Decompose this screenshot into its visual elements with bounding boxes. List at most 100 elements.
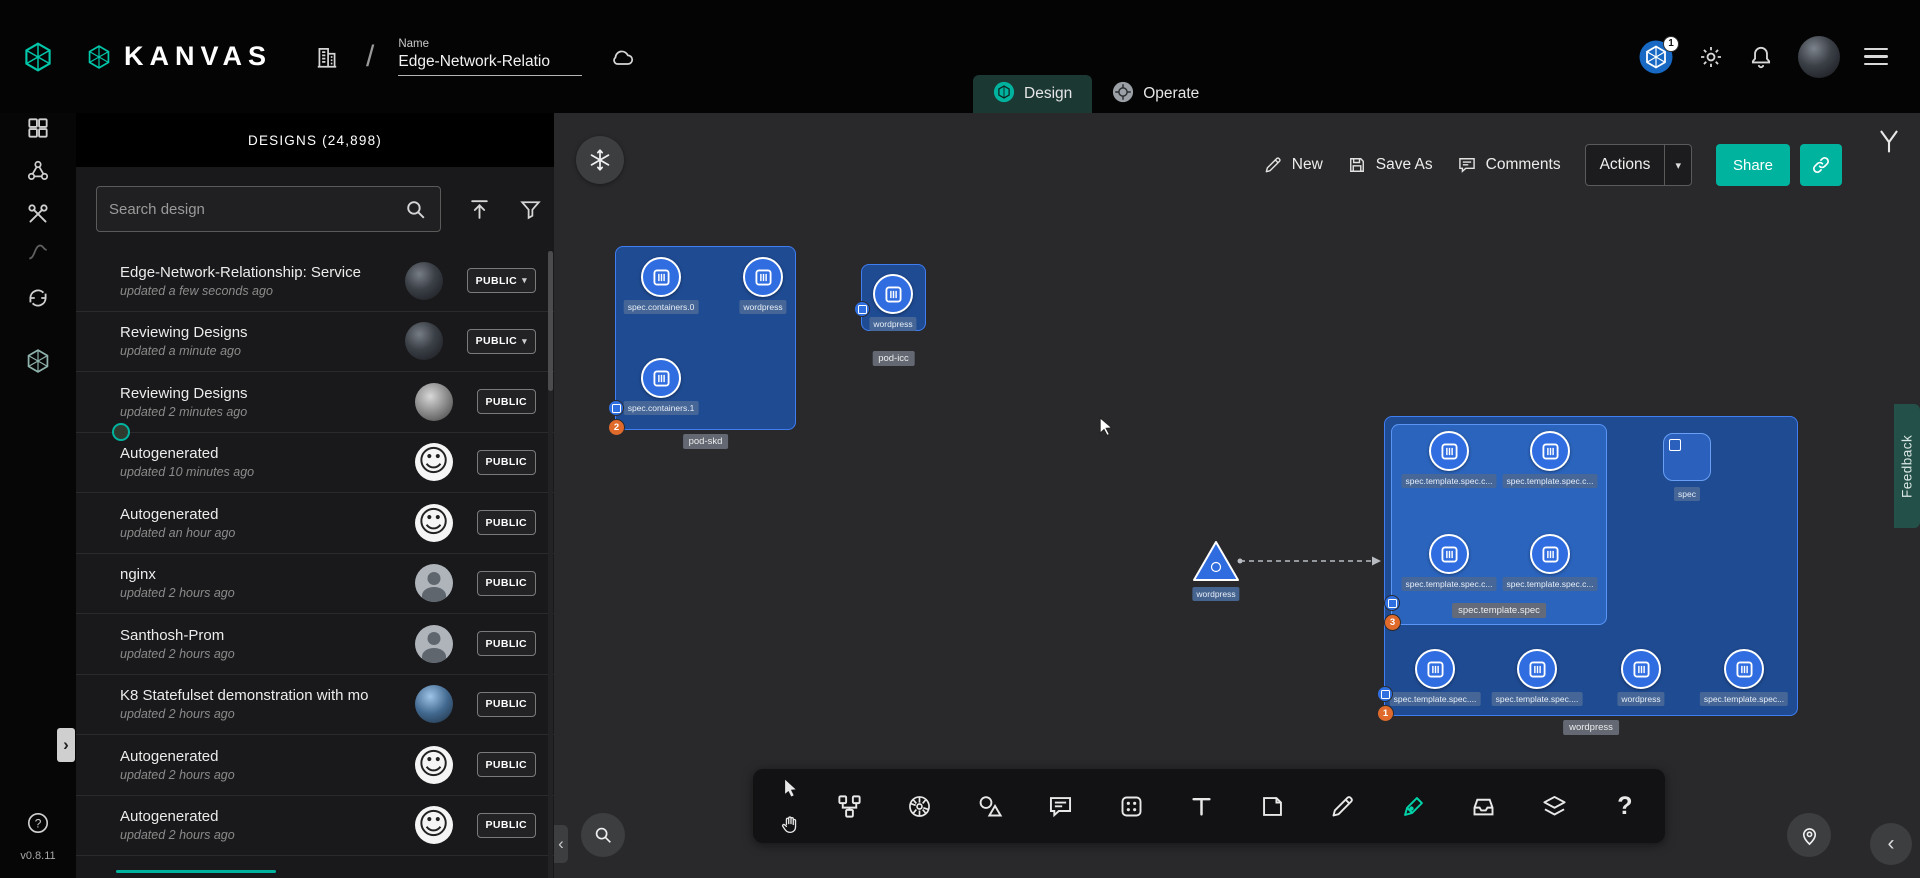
- design-name-input[interactable]: [398, 53, 582, 76]
- flows-icon[interactable]: [25, 239, 51, 265]
- organization-icon[interactable]: [314, 44, 340, 70]
- design-list-item[interactable]: Autogenerated updated an hour ago ☺ PUBL…: [76, 493, 554, 554]
- design-updated-time: updated a few seconds ago: [120, 284, 397, 298]
- new-design-button[interactable]: New: [1263, 155, 1323, 175]
- cloud-sync-icon[interactable]: [610, 44, 636, 70]
- design-search-input[interactable]: [109, 201, 403, 218]
- canvas-menu-button[interactable]: [576, 136, 624, 184]
- pod-node[interactable]: [641, 257, 681, 297]
- settings-gear-icon[interactable]: [1698, 44, 1724, 70]
- text-tool[interactable]: [1186, 790, 1218, 822]
- pod-node[interactable]: [1621, 649, 1661, 689]
- design-list-item[interactable]: Reviewing Designs updated 2 minutes ago …: [76, 372, 554, 433]
- design-canvas-area[interactable]: 2pod-skdpod-icc1wordpress3spec.template.…: [554, 113, 1920, 878]
- help-tool[interactable]: ?: [1609, 790, 1641, 822]
- pod-node[interactable]: [1429, 431, 1469, 471]
- copy-link-button[interactable]: [1800, 144, 1842, 186]
- pod-node[interactable]: [743, 257, 783, 297]
- tab-operate-label: Operate: [1143, 85, 1199, 103]
- zoom-button[interactable]: [581, 813, 625, 857]
- search-icon[interactable]: [403, 197, 428, 222]
- kanvas-mini-icon[interactable]: [25, 348, 51, 374]
- design-item-text: K8 Statefulset demonstration with mo upd…: [120, 687, 407, 721]
- save-as-button[interactable]: Save As: [1347, 155, 1433, 175]
- visibility-badge[interactable]: PUBLIC ▾: [477, 752, 536, 777]
- pan-tool[interactable]: [773, 808, 805, 840]
- shapes-tool[interactable]: [974, 790, 1006, 822]
- share-button[interactable]: Share: [1716, 144, 1790, 186]
- pod-node[interactable]: [1530, 534, 1570, 574]
- visibility-badge[interactable]: PUBLIC ▾: [477, 571, 536, 596]
- spec-node[interactable]: [1663, 433, 1711, 481]
- pencil-tool[interactable]: [1327, 790, 1359, 822]
- drawer-tool[interactable]: [1468, 790, 1500, 822]
- pen-tool[interactable]: [1397, 790, 1429, 822]
- pod-node[interactable]: [873, 274, 913, 314]
- cluster-nodes-icon[interactable]: [25, 158, 51, 184]
- menu-hamburger-icon[interactable]: [1864, 48, 1888, 66]
- visibility-badge[interactable]: PUBLIC ▾: [477, 450, 536, 475]
- kanvas-home-logo[interactable]: [0, 0, 76, 113]
- provider-icon[interactable]: 1: [1638, 39, 1674, 75]
- pod-node[interactable]: [1415, 649, 1455, 689]
- pod-node[interactable]: [1530, 431, 1570, 471]
- design-list-item[interactable]: Reviewing Designs updated a minute ago P…: [76, 312, 554, 373]
- expand-rail-button[interactable]: ›: [57, 728, 75, 762]
- visibility-badge[interactable]: PUBLIC ▾: [477, 813, 536, 838]
- note-tool[interactable]: [1256, 790, 1288, 822]
- tab-operate[interactable]: Operate: [1092, 75, 1219, 113]
- design-updated-time: updated 2 hours ago: [120, 828, 407, 842]
- visibility-badge[interactable]: PUBLIC ▾: [477, 631, 536, 656]
- scrollbar-thumb[interactable]: [548, 251, 553, 391]
- apps-tool[interactable]: [1115, 790, 1147, 822]
- design-list-item[interactable]: Autogenerated updated 2 hours ago ☺ PUBL…: [76, 796, 554, 857]
- design-list-item[interactable]: Edge-Network-Relationship: Service updat…: [76, 251, 554, 312]
- issue-count-badge: 2: [608, 419, 625, 436]
- layers-tool[interactable]: [1538, 790, 1570, 822]
- design-list-item[interactable]: Santhosh-Prom updated 2 hours ago PUBLIC…: [76, 614, 554, 675]
- group-node-spec-template-spec[interactable]: 3: [1391, 424, 1607, 625]
- pod-node[interactable]: [1517, 649, 1557, 689]
- app-version: v0.8.11: [20, 850, 55, 862]
- filter-designs-icon[interactable]: [518, 197, 543, 222]
- design-list-item[interactable]: Autogenerated updated 10 minutes ago ☺ P…: [76, 433, 554, 494]
- triangle-node-wordpress[interactable]: [1191, 539, 1241, 588]
- designs-scrollbar[interactable]: [548, 251, 553, 878]
- import-design-icon[interactable]: [467, 197, 492, 222]
- design-list-item[interactable]: nginx updated 2 hours ago PUBLIC ▾: [76, 554, 554, 615]
- comments-button[interactable]: Comments: [1457, 155, 1561, 175]
- select-tool[interactable]: [773, 772, 805, 804]
- feedback-tab[interactable]: Feedback: [1894, 404, 1920, 528]
- visibility-badge[interactable]: PUBLIC ▾: [467, 329, 536, 354]
- actions-dropdown-button[interactable]: Actions ▾: [1585, 144, 1692, 186]
- design-list-item[interactable]: Autogenerated updated 2 hours ago ☺ PUBL…: [76, 735, 554, 796]
- design-list-item[interactable]: K8 Statefulset demonstration with mo upd…: [76, 675, 554, 736]
- flow-tool[interactable]: [833, 790, 865, 822]
- pod-node[interactable]: [1429, 534, 1469, 574]
- kubernetes-tool[interactable]: [904, 790, 936, 822]
- new-label: New: [1292, 156, 1323, 174]
- locate-button[interactable]: [1787, 813, 1831, 857]
- pod-node[interactable]: [1724, 649, 1764, 689]
- merge-branch-icon[interactable]: [1875, 127, 1903, 160]
- visibility-badge[interactable]: PUBLIC ▾: [477, 389, 536, 414]
- caret-down-icon: ▾: [522, 275, 527, 286]
- collapse-panel-button[interactable]: ‹: [554, 825, 568, 863]
- design-updated-time: updated 2 hours ago: [120, 586, 407, 600]
- dashboard-icon[interactable]: [25, 115, 51, 141]
- visibility-badge[interactable]: PUBLIC ▾: [477, 692, 536, 717]
- design-owner-avatar: ☺: [415, 443, 453, 481]
- sync-icon[interactable]: [25, 285, 51, 311]
- notifications-bell-icon[interactable]: [1748, 44, 1774, 70]
- caret-down-icon[interactable]: ▾: [1665, 159, 1691, 172]
- tab-design[interactable]: Design: [973, 75, 1092, 113]
- help-icon[interactable]: ?: [25, 810, 51, 836]
- pod-node[interactable]: [641, 358, 681, 398]
- user-avatar[interactable]: [1798, 36, 1840, 78]
- design-item-text: Autogenerated updated 10 minutes ago: [120, 445, 407, 479]
- collapse-right-button[interactable]: ‹: [1870, 823, 1912, 865]
- toolbox-icon[interactable]: [25, 201, 51, 227]
- visibility-badge[interactable]: PUBLIC ▾: [467, 268, 536, 293]
- visibility-badge[interactable]: PUBLIC ▾: [477, 510, 536, 535]
- comment-tool[interactable]: [1045, 790, 1077, 822]
